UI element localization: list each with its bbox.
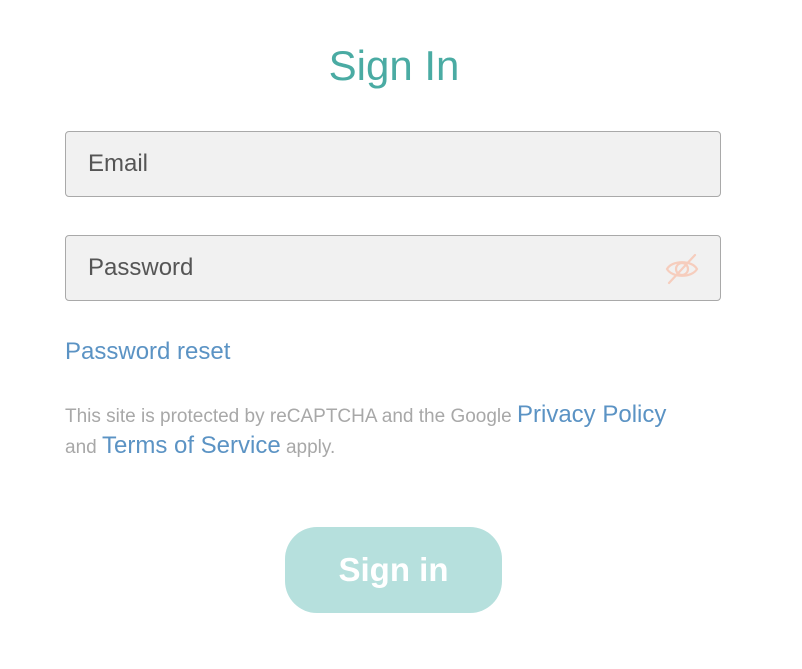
recaptcha-text-middle: and (65, 437, 102, 458)
eye-slash-icon[interactable] (664, 252, 700, 286)
password-input[interactable] (66, 236, 720, 300)
recaptcha-notice: This site is protected by reCAPTCHA and … (65, 400, 735, 462)
privacy-policy-link[interactable]: Privacy Policy (517, 401, 666, 428)
recaptcha-text-after: apply. (280, 437, 336, 458)
password-reset-link[interactable]: Password reset (65, 337, 230, 367)
password-field-container (65, 235, 721, 301)
email-field-container (65, 131, 721, 197)
email-input[interactable] (66, 132, 720, 196)
recaptcha-text-before: This site is protected by reCAPTCHA and … (65, 406, 517, 427)
terms-of-service-link[interactable]: Terms of Service (102, 432, 281, 459)
sign-in-button[interactable]: Sign in (285, 527, 502, 613)
page-title: Sign In (328, 42, 460, 89)
